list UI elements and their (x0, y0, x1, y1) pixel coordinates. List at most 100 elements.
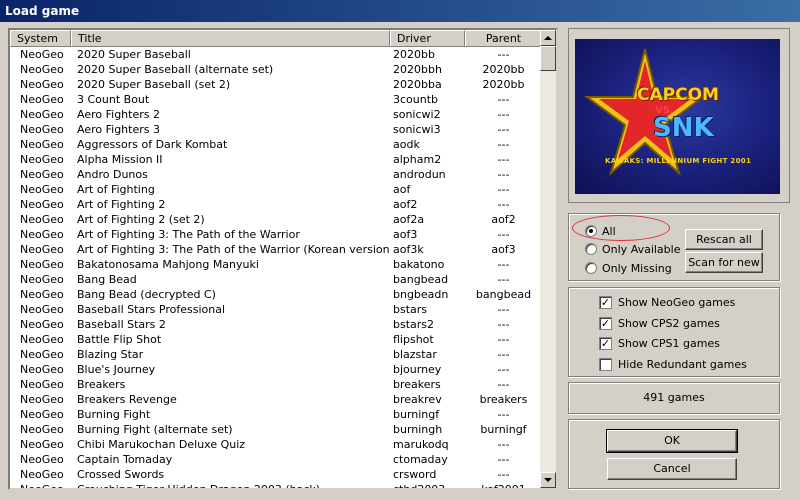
column-header-driver[interactable]: Driver (390, 30, 465, 47)
row-driver: bngbeadn (393, 288, 449, 301)
row-title: Art of Fighting 2 (set 2) (77, 213, 205, 226)
radio-only-missing[interactable]: Only Missing (585, 260, 672, 276)
row-title: 2020 Super Baseball (alternate set) (77, 63, 274, 76)
table-row[interactable]: NeoGeo Blazing Star blazstar --- (10, 347, 542, 362)
table-row[interactable]: NeoGeo Blue's Journey bjourney --- (10, 362, 542, 377)
ok-button[interactable]: OK (606, 429, 738, 453)
row-driver: blazstar (393, 348, 437, 361)
table-row[interactable]: NeoGeo Breakers breakers --- (10, 377, 542, 392)
column-header-parent[interactable]: Parent (465, 30, 542, 47)
scroll-down-button[interactable] (540, 472, 556, 488)
window-title: Load game (0, 0, 800, 22)
checkbox-unchecked-icon (599, 357, 612, 371)
vertical-scrollbar[interactable] (540, 30, 556, 488)
row-parent: --- (497, 138, 510, 151)
table-row[interactable]: NeoGeo Bang Bead bangbead --- (10, 272, 542, 287)
table-row[interactable]: NeoGeo Burning Fight (alternate set) burni… (10, 422, 542, 437)
row-system: NeoGeo (20, 483, 64, 490)
row-driver: breakers (393, 378, 441, 391)
table-row[interactable]: NeoGeo Baseball Stars 2 bstars2 --- (10, 317, 542, 332)
row-title: Breakers (77, 378, 126, 391)
row-driver: aof2 (393, 198, 418, 211)
game-list[interactable]: System Title Driver Parent NeoGeo 2020 Su… (8, 28, 558, 490)
row-title: Bang Bead (decrypted C) (77, 288, 216, 301)
logo-subtitle: KAWAKS: MILLENNIUM FIGHT 2001 (605, 157, 752, 165)
table-row[interactable]: NeoGeo Bakatonosama Mahjong Manyuki bakato… (10, 257, 542, 272)
column-header-system[interactable]: System (10, 30, 71, 47)
table-row[interactable]: NeoGeo Aggressors of Dark Kombat aodk --- (10, 137, 542, 152)
row-driver: aof (393, 183, 411, 196)
row-parent: --- (497, 168, 510, 181)
row-system: NeoGeo (20, 273, 64, 286)
row-title: Aero Fighters 2 (77, 108, 160, 121)
row-system: NeoGeo (20, 243, 64, 256)
row-parent: 2020bb (482, 78, 525, 91)
row-parent: --- (497, 333, 510, 346)
row-title: Art of Fighting 2 (77, 198, 166, 211)
row-system: NeoGeo (20, 228, 64, 241)
scroll-thumb[interactable] (540, 46, 556, 71)
row-parent: --- (497, 93, 510, 106)
table-row[interactable]: NeoGeo 2020 Super Baseball (set 2) 2020bba… (10, 77, 542, 92)
table-row[interactable]: NeoGeo Bang Bead (decrypted C) bngbeadn ban… (10, 287, 542, 302)
row-parent: --- (497, 228, 510, 241)
row-system: NeoGeo (20, 213, 64, 226)
table-row[interactable]: NeoGeo Art of Fighting aof --- (10, 182, 542, 197)
table-row[interactable]: NeoGeo Alpha Mission II alpham2 --- (10, 152, 542, 167)
table-row[interactable]: NeoGeo Baseball Stars Professional bstars -… (10, 302, 542, 317)
checkbox-show-cps2-label: Show CPS2 games (618, 316, 720, 330)
checkbox-show-neogeo[interactable]: ✓ Show NeoGeo games (599, 294, 735, 310)
column-header-title[interactable]: Title (71, 30, 390, 47)
scan-for-new-button[interactable]: Scan for new (685, 252, 763, 273)
cancel-button[interactable]: Cancel (607, 458, 737, 480)
checkbox-hide-redundant[interactable]: Hide Redundant games (599, 356, 747, 372)
row-title: Burning Fight (77, 408, 151, 421)
table-row[interactable]: NeoGeo Art of Fighting 3: The Path of the… (10, 242, 542, 257)
table-row[interactable]: NeoGeo Aero Fighters 2 sonicwi2 --- (10, 107, 542, 122)
radio-only-available[interactable]: Only Available (585, 241, 680, 257)
count-group: 491 games (568, 382, 780, 414)
table-row[interactable]: NeoGeo Chibi Marukochan Deluxe Quiz maruko… (10, 437, 542, 452)
show-options-group: ✓ Show NeoGeo games ✓ Show CPS2 games ✓ Sho… (568, 287, 780, 377)
row-system: NeoGeo (20, 138, 64, 151)
logo-snk: SNK (653, 113, 714, 143)
list-rows: NeoGeo 2020 Super Baseball 2020bb --- NeoGeo… (10, 47, 542, 490)
scroll-up-button[interactable] (540, 30, 556, 46)
row-system: NeoGeo (20, 168, 64, 181)
table-row[interactable]: NeoGeo Captain Tomaday ctomaday --- (10, 452, 542, 467)
table-row[interactable]: NeoGeo Art of Fighting 2 (set 2) aof2a aof2 (10, 212, 542, 227)
table-row[interactable]: NeoGeo Burning Fight burningf --- (10, 407, 542, 422)
checkbox-show-cps1[interactable]: ✓ Show CPS1 games (599, 335, 720, 351)
checkbox-show-cps2[interactable]: ✓ Show CPS2 games (599, 315, 720, 331)
row-title: Crossed Swords (77, 468, 165, 481)
row-system: NeoGeo (20, 93, 64, 106)
table-row[interactable]: NeoGeo Aero Fighters 3 sonicwi3 --- (10, 122, 542, 137)
rescan-all-button[interactable]: Rescan all (685, 229, 763, 250)
checkbox-checked-icon: ✓ (599, 336, 612, 350)
table-row[interactable]: NeoGeo Art of Fighting 2 aof2 --- (10, 197, 542, 212)
row-system: NeoGeo (20, 333, 64, 346)
row-title: Crouching Tiger Hidden Dragon 2003 (hack… (77, 483, 321, 490)
table-row[interactable]: NeoGeo Andro Dunos androdun --- (10, 167, 542, 182)
table-row[interactable]: NeoGeo Battle Flip Shot flipshot --- (10, 332, 542, 347)
row-parent: aof3 (491, 243, 516, 256)
row-system: NeoGeo (20, 378, 64, 391)
table-row[interactable]: NeoGeo Art of Fighting 3: The Path of the… (10, 227, 542, 242)
row-parent: --- (497, 258, 510, 271)
row-title: Aggressors of Dark Kombat (77, 138, 228, 151)
table-row[interactable]: NeoGeo 2020 Super Baseball 2020bb --- (10, 47, 542, 62)
row-system: NeoGeo (20, 183, 64, 196)
row-title: 3 Count Bout (77, 93, 150, 106)
table-row[interactable]: NeoGeo Breakers Revenge breakrev breakers (10, 392, 542, 407)
table-row[interactable]: NeoGeo 2020 Super Baseball (alternate set… (10, 62, 542, 77)
row-system: NeoGeo (20, 48, 64, 61)
table-row[interactable]: NeoGeo Crossed Swords crsword --- (10, 467, 542, 482)
table-row[interactable]: NeoGeo Crouching Tiger Hidden Dragon 2003… (10, 482, 542, 490)
row-title: Aero Fighters 3 (77, 123, 160, 136)
table-row[interactable]: NeoGeo 3 Count Bout 3countb --- (10, 92, 542, 107)
row-parent: burningf (480, 423, 527, 436)
row-driver: 3countb (393, 93, 439, 106)
row-title: Andro Dunos (77, 168, 148, 181)
annotation-circle (572, 215, 670, 241)
row-driver: 2020bba (393, 78, 442, 91)
